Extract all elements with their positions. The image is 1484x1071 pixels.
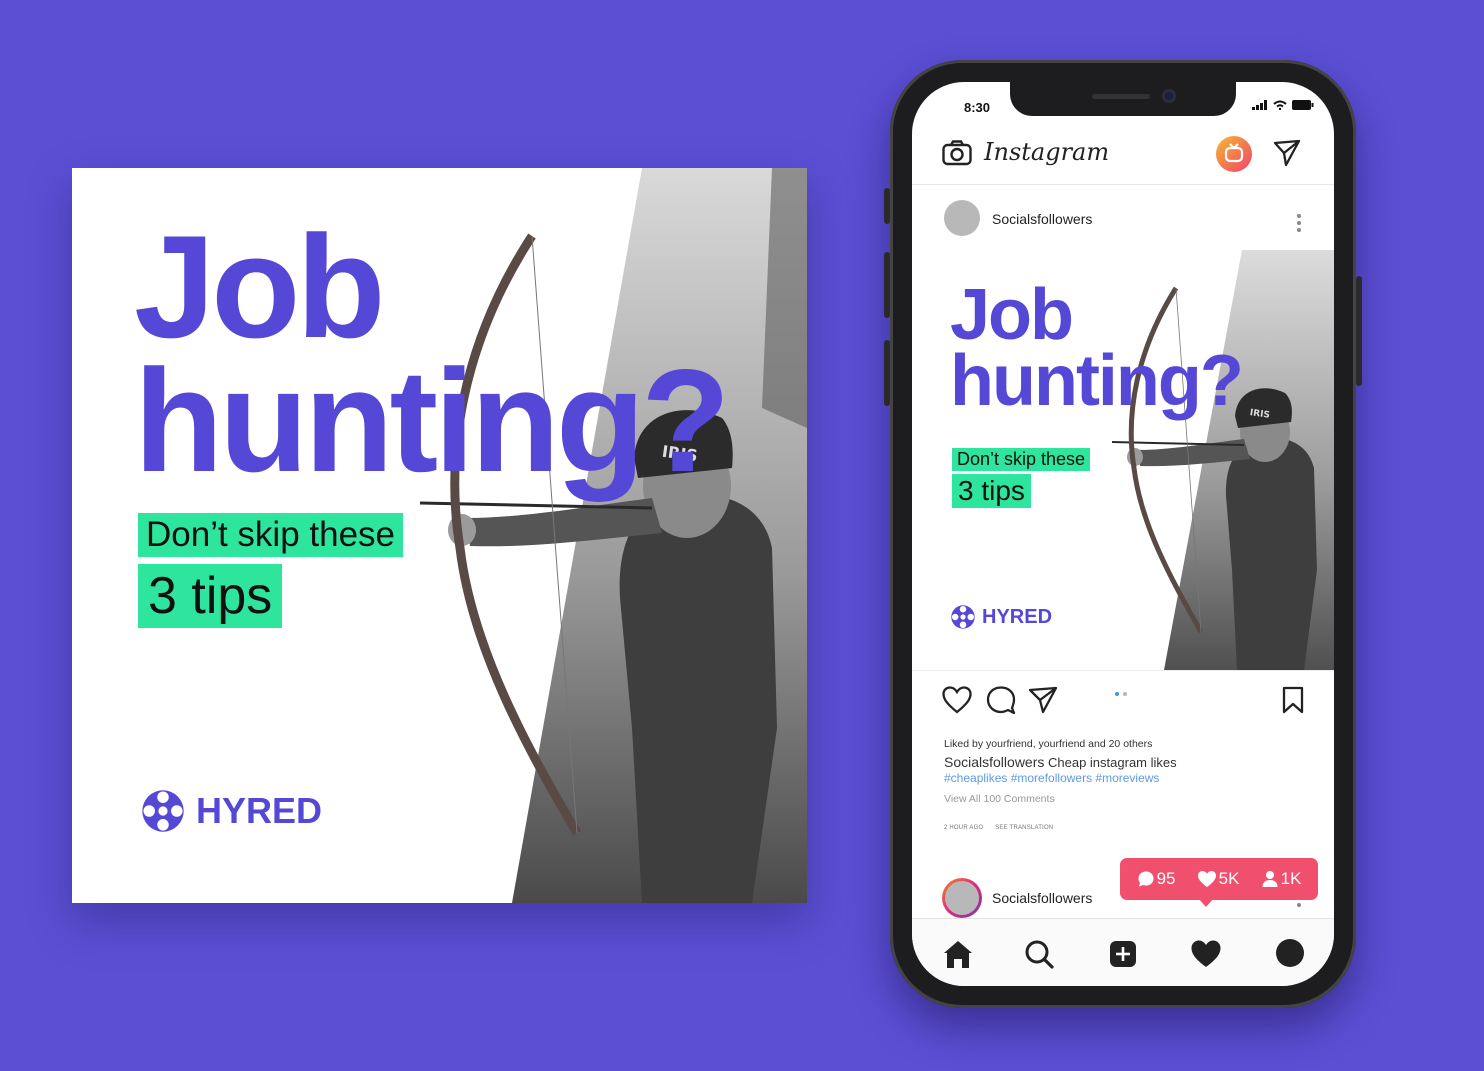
status-icons [1252, 100, 1314, 110]
like-heart-icon[interactable] [942, 686, 972, 714]
person-icon [1262, 871, 1278, 887]
headline-line-2: hunting? [134, 339, 730, 503]
notif-comments: 95 [1137, 869, 1176, 889]
post-header: Socialsfollowers [912, 185, 1334, 251]
heart-icon [1197, 871, 1216, 887]
notification-pointer [1198, 898, 1214, 907]
post-avatar[interactable] [944, 200, 980, 236]
direct-message-icon[interactable] [1272, 138, 1302, 168]
profile-icon[interactable] [1276, 939, 1304, 967]
phone-screen: 8:30 Instagram Socialsfollowers IRIS Job… [912, 82, 1334, 986]
carousel-dots [1115, 692, 1127, 696]
status-time: 8:30 [964, 100, 991, 115]
time-ago: 2 HOUR AGO [944, 825, 984, 831]
notif-followers: 1K [1261, 869, 1302, 889]
instagram-header: Instagram [912, 126, 1334, 185]
story-ring[interactable] [942, 878, 982, 918]
bottom-navigation [912, 918, 1334, 986]
hashtags[interactable]: #cheaplikes #morefollowers #moreviews [944, 771, 1314, 785]
post-username[interactable]: Socialsfollowers [992, 211, 1092, 227]
front-camera [1162, 89, 1176, 103]
post-meta: 2 HOUR AGO SEE TRANSLATION [944, 825, 1314, 831]
carousel-dot [1123, 692, 1127, 696]
activity-heart-icon[interactable] [1190, 939, 1222, 969]
volume-up-button [884, 252, 890, 318]
caption-text: Cheap instagram likes [1048, 755, 1177, 770]
view-all-comments-link[interactable]: View All 100 Comments [944, 793, 1314, 805]
signal-icon [1252, 100, 1267, 110]
caption-username[interactable]: Socialsfollowers [944, 754, 1044, 770]
post-tag-3-tips: 3 tips [952, 474, 1031, 508]
tag-dont-skip: Don’t skip these [138, 513, 404, 557]
notif-comments-count: 95 [1156, 869, 1176, 888]
hyred-logo-icon [142, 790, 184, 832]
post-actions [912, 678, 1334, 726]
speaker [1092, 94, 1150, 99]
volume-down-button [884, 340, 890, 406]
activity-notification[interactable]: 95 5K 1K [1120, 858, 1318, 900]
share-icon[interactable] [1028, 686, 1058, 714]
ad-headline: Job hunting? [134, 214, 730, 494]
add-post-icon[interactable] [1108, 939, 1138, 969]
comment-bubble-icon [1138, 871, 1154, 887]
notif-likes-count: 5K [1218, 869, 1240, 888]
comment-icon[interactable] [986, 686, 1016, 714]
notch [1010, 82, 1236, 116]
hyred-logo-icon [951, 605, 975, 629]
post-more-options-icon[interactable] [1296, 213, 1302, 233]
power-button [1356, 276, 1362, 386]
battery-icon [1292, 100, 1314, 110]
notif-likes: 5K [1197, 869, 1240, 889]
brand-logo: HYRED [140, 788, 322, 834]
next-post-avatar [945, 881, 979, 915]
igtv-icon[interactable] [1216, 136, 1252, 172]
search-icon[interactable] [1024, 939, 1054, 969]
caption-line: Socialsfollowers Cheap instagram likes [944, 754, 1314, 770]
post-headline-line-2: hunting? [950, 341, 1244, 422]
phone-mockup: 8:30 Instagram Socialsfollowers IRIS Job… [884, 60, 1362, 1008]
next-post-username[interactable]: Socialsfollowers [992, 890, 1092, 906]
wifi-icon [1273, 100, 1287, 110]
brand-name: HYRED [196, 790, 323, 831]
mute-switch [884, 188, 890, 224]
post-brand-name: HYRED [982, 605, 1053, 628]
tag-3-tips: 3 tips [138, 564, 283, 628]
see-translation-link[interactable]: SEE TRANSLATION [995, 825, 1053, 831]
post-headline: Job hunting? [950, 279, 1244, 417]
notif-followers-count: 1K [1280, 869, 1302, 888]
post-caption: Liked by yourfriend, yourfriend and 20 o… [944, 738, 1314, 831]
instagram-logo: Instagram [984, 138, 1110, 166]
carousel-dot-active [1115, 692, 1119, 696]
post-brand-logo: HYRED [950, 604, 1052, 630]
likes-text[interactable]: Liked by yourfriend, yourfriend and 20 o… [944, 738, 1314, 750]
post-tag-dont-skip: Don’t skip these [952, 448, 1091, 471]
camera-icon[interactable] [942, 140, 972, 166]
home-icon[interactable] [942, 939, 974, 969]
post-image[interactable]: IRIS Job hunting? Don’t skip these 3 tip… [912, 250, 1334, 671]
bookmark-icon[interactable] [1282, 686, 1304, 714]
ad-post-card: IRIS Job hunting? Don’t skip these 3 tip… [72, 168, 807, 903]
